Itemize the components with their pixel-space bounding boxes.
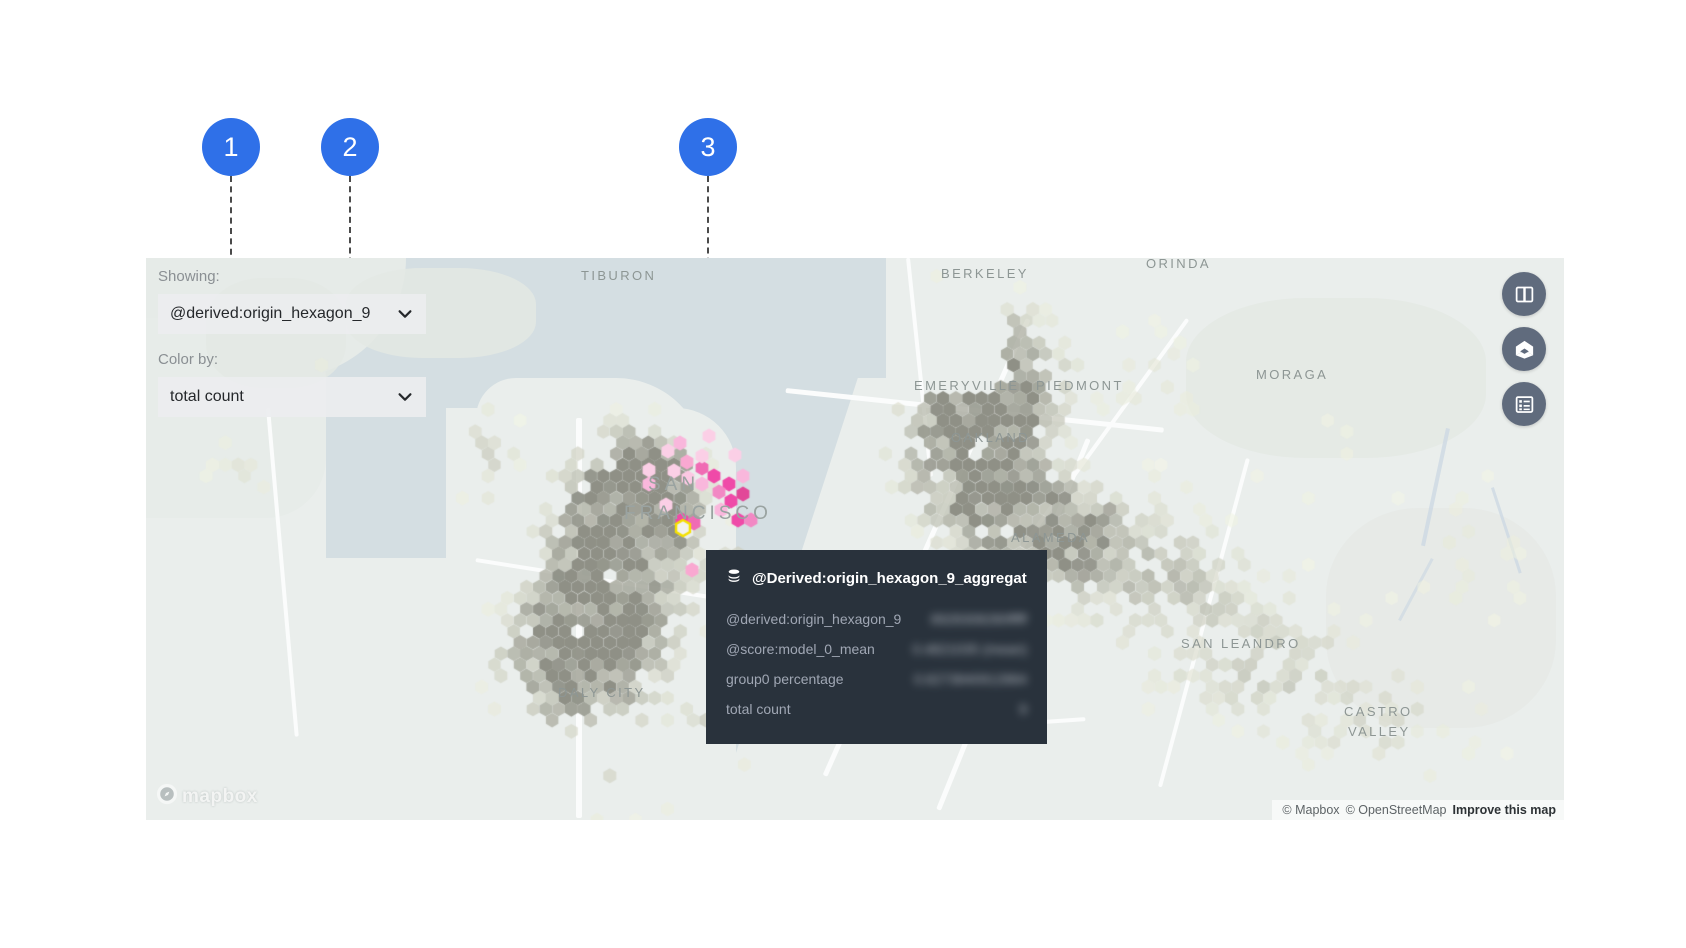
callout-badge-3-number: 3 [700,131,716,162]
attribution-mapbox[interactable]: © Mapbox [1282,803,1339,817]
callout-badge-1: 1 [202,118,260,176]
tooltip-title: @Derived:origin_hexagon_9_aggregated [752,569,1027,587]
color-by-select[interactable]: total count [158,377,426,417]
showing-select[interactable]: @derived:origin_hexagon_9 [158,294,426,334]
tooltip-row: @derived:origin_hexagon_9 8928308280fffff [726,604,1027,634]
map-place-label: EMERYVILLE [914,378,1020,393]
callout-badge-3: 3 [679,118,737,176]
improve-this-map-link[interactable]: Improve this map [1453,803,1557,817]
map-place-label: CASTRO [1344,704,1413,719]
tooltip-row: total count 9 [726,694,1027,724]
showing-label: Showing: [158,268,220,285]
tooltip-row-key: total count [726,701,791,717]
tooltip-row-value: 8928308280fffff [930,611,1027,627]
layers-stack-icon [726,568,742,588]
showing-select-value: @derived:origin_hexagon_9 [170,305,371,322]
3d-map-button[interactable] [1502,327,1546,371]
tooltip-row: @score:model_0_mean 0.4821035 (mean) [726,634,1027,664]
feature-tooltip: @Derived:origin_hexagon_9_aggregated @de… [706,550,1047,744]
map-place-label: SAN [648,474,700,495]
map-place-label: PIEDMONT [1036,378,1124,393]
chevron-down-icon [396,388,414,406]
mapbox-logo[interactable]: mapbox [156,783,258,810]
map-legend-button[interactable] [1502,382,1546,426]
map-place-label: ALAMEDA [1011,530,1090,545]
legend-list-icon [1514,394,1535,415]
map-controls-panel: Showing: @derived:origin_hexagon_9 Color… [158,268,426,434]
color-by-label: Color by: [158,351,219,368]
tooltip-row: group0 percentage 0.6273840912884 [726,664,1027,694]
mapbox-wordmark: mapbox [182,785,258,807]
map-place-label: BERKELEY [941,266,1029,281]
attribution-osm[interactable]: © OpenStreetMap [1346,803,1447,817]
map-attribution: © Mapbox © OpenStreetMap Improve this ma… [1272,800,1564,820]
map-place-label: DALY CITY [558,685,646,700]
callout-badge-2: 2 [321,118,379,176]
map-place-label: ORINDA [1146,258,1211,271]
map-place-label: OAKLAND [951,430,1030,445]
map-canvas[interactable]: TIBURON BERKELEY ORINDA EMERYVILLE PIEDMONT M… [146,258,1564,820]
map-tool-buttons [1502,272,1546,426]
callout-badge-2-number: 2 [342,131,358,162]
screenshot-root: 1 2 3 TIBURON BERKELEY ORINDA EMERYVILLE… [0,0,1686,948]
map-place-label: MORAGA [1256,367,1329,382]
color-by-select-value: total count [170,388,244,405]
callout-badge-1-number: 1 [223,131,239,162]
tooltip-header: @Derived:origin_hexagon_9_aggregated [726,568,1027,588]
chevron-down-icon [396,305,414,323]
map-place-label: SAN LEANDRO [1181,636,1301,651]
map-place-label: FRANCISCO [624,503,772,524]
tooltip-row-value: 0.4821035 (mean) [912,641,1027,657]
map-place-label: TIBURON [581,268,657,283]
tooltip-row-value: 0.6273840912884 [914,671,1027,687]
split-map-button[interactable] [1502,272,1546,316]
split-panel-icon [1514,284,1535,305]
tooltip-rows: @derived:origin_hexagon_9 8928308280fffff… [726,604,1027,724]
map-place-label: VALLEY [1348,724,1411,739]
tooltip-row-key: @derived:origin_hexagon_9 [726,611,902,627]
tooltip-row-key: group0 percentage [726,671,844,687]
tooltip-row-value: 9 [1019,701,1027,717]
tooltip-row-key: @score:model_0_mean [726,641,875,657]
mapbox-mark-icon [156,783,178,810]
cube-3d-icon [1513,338,1536,361]
